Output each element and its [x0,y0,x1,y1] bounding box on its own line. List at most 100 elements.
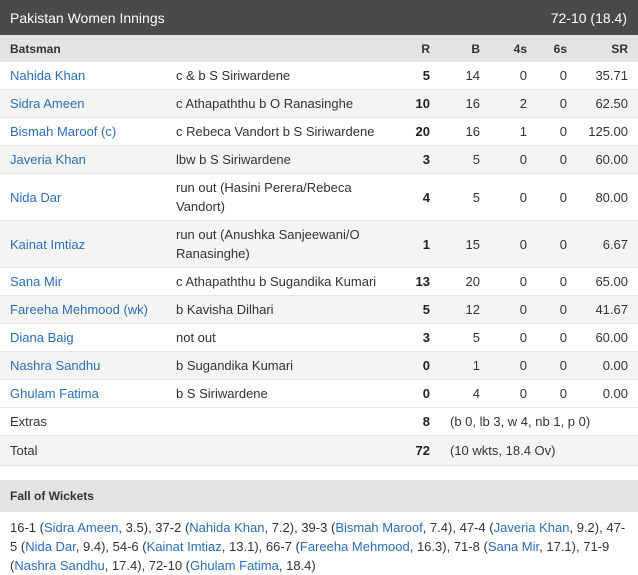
fow-player-link[interactable]: Nida Dar [25,539,76,554]
fours-cell: 0 [490,351,537,380]
fow-item: 16-1 (Sidra Ameen, 3.5), [10,520,156,535]
fow-item: 66-7 (Fareeha Mehmood, 16.3), [265,539,454,554]
fow-item: 37-2 (Nahida Khan, 7.2), [155,520,302,535]
runs-cell: 3 [390,323,440,352]
fow-item: 54-6 (Kainat Imtiaz, 13.1), [112,539,266,554]
fow-over: 16.3 [416,539,443,554]
col-strike-rate: SR [577,35,638,62]
batsman-row: Nahida Khan c & b S Siriwardene 5 14 0 0 35.71 [0,62,638,90]
batsman-name-link[interactable]: Nahida Khan [10,68,85,83]
fow-player-link[interactable]: Ghulam Fatima [190,558,279,573]
dismissal-text: lbw b S Siriwardene [166,145,390,174]
fow-player-link[interactable]: Fareeha Mehmood [300,539,410,554]
fall-of-wickets-header: Fall of Wickets [0,480,638,512]
fours-cell: 0 [490,145,537,174]
balls-cell: 16 [440,117,490,146]
fow-player-link[interactable]: Nahida Khan [189,520,264,535]
extras-value: 8 [390,407,440,436]
total-detail: (10 wkts, 18.4 Ov) [440,435,638,466]
batsman-row: Fareeha Mehmood (wk) b Kavisha Dilhari 5 12… [0,295,638,324]
fall-of-wickets-list: 16-1 (Sidra Ameen, 3.5), 37-2 (Nahida Kh… [0,512,638,575]
dismissal-text: run out (Hasini Perera/Rebeca Vandort) [166,173,390,221]
dismissal-text: b S Siriwardene [166,379,390,408]
strike-rate-cell: 60.00 [577,323,638,352]
balls-cell: 1 [440,351,490,380]
sixes-cell: 0 [537,379,577,408]
runs-cell: 1 [390,220,440,268]
fow-score: 39-3 [301,520,328,535]
batsman-name-link[interactable]: Ghulam Fatima [10,386,99,401]
dismissal-text: c Rebeca Vandort b S Siriwardene [166,117,390,146]
batting-table: Batsman R B 4s 6s SR Nahida Khan c & b S … [0,35,638,466]
balls-cell: 15 [440,220,490,268]
batsman-cell: Diana Baig [0,323,166,352]
total-row: Total 72 (10 wkts, 18.4 Ov) [0,435,638,466]
batsman-name-link[interactable]: Sana Mir [10,274,62,289]
sixes-cell: 0 [537,351,577,380]
runs-cell: 5 [390,62,440,90]
fow-over: 17.1 [546,539,572,554]
dismissal-text: b Kavisha Dilhari [166,295,390,324]
sixes-cell: 0 [537,323,577,352]
fours-cell: 0 [490,267,537,296]
extras-detail: (b 0, lb 3, w 4, nb 1, p 0) [440,407,638,436]
fow-player-link[interactable]: Sana Mir [488,539,539,554]
fours-cell: 0 [490,62,537,90]
batsman-name-link[interactable]: Kainat Imtiaz [10,237,85,252]
fow-over: 9.4 [83,539,102,554]
innings-header: Pakistan Women Innings 72-10 (18.4) [0,0,638,35]
col-dismissal [166,35,390,62]
fow-over: 18.4 [286,558,312,573]
col-balls: B [440,35,490,62]
strike-rate-cell: 0.00 [577,379,638,408]
fours-cell: 0 [490,220,537,268]
batsman-name-link[interactable]: Javeria Khan [10,152,86,167]
extras-row: Extras 8 (b 0, lb 3, w 4, nb 1, p 0) [0,407,638,436]
batsman-name-link[interactable]: Fareeha Mehmood (wk) [10,302,148,317]
sixes-cell: 0 [537,89,577,118]
sixes-cell: 0 [537,62,577,90]
col-fours: 4s [490,35,537,62]
batsman-row: Javeria Khan lbw b S Siriwardene 3 5 0 0 60.00 [0,145,638,174]
fours-cell: 1 [490,117,537,146]
fow-player-link[interactable]: Javeria Khan [494,520,570,535]
fours-cell: 0 [490,295,537,324]
strike-rate-cell: 35.71 [577,62,638,90]
fow-score: 71-9 [583,539,610,554]
total-value: 72 [390,435,440,466]
fow-player-link[interactable]: Bismah Maroof [335,520,422,535]
fours-cell: 0 [490,379,537,408]
strike-rate-cell: 6.67 [577,220,638,268]
col-sixes: 6s [537,35,577,62]
runs-cell: 3 [390,145,440,174]
fow-over: 3.5 [125,520,144,535]
balls-cell: 14 [440,62,490,90]
balls-cell: 20 [440,267,490,296]
col-runs: R [390,35,440,62]
dismissal-text: not out [166,323,390,352]
fow-player-link[interactable]: Sidra Ameen [44,520,118,535]
batsman-row: Ghulam Fatima b S Siriwardene 0 4 0 0 0.00 [0,379,638,408]
batsman-name-link[interactable]: Diana Baig [10,330,74,345]
dismissal-text: c Athapaththu b Sugandika Kumari [166,267,390,296]
fow-player-link[interactable]: Kainat Imtiaz [147,539,222,554]
batsman-row: Nashra Sandhu b Sugandika Kumari 0 1 0 0 0.00 [0,351,638,380]
batsman-cell: Nashra Sandhu [0,351,166,380]
balls-cell: 12 [440,295,490,324]
fow-over: 13.1 [229,539,255,554]
batsman-name-link[interactable]: Sidra Ameen [10,96,84,111]
fow-item: 71-8 (Sana Mir, 17.1), [453,539,584,554]
batsman-row: Sidra Ameen c Athapaththu b O Ranasinghe 1… [0,89,638,118]
batsman-name-link[interactable]: Bismah Maroof (c) [10,124,116,139]
sixes-cell: 0 [537,145,577,174]
fall-of-wickets-title: Fall of Wickets [10,489,94,503]
batsman-cell: Bismah Maroof (c) [0,117,166,146]
batsman-name-link[interactable]: Nida Dar [10,190,61,205]
extras-label: Extras [0,407,390,436]
batsman-row: Sana Mir c Athapaththu b Sugandika Kumari… [0,267,638,296]
batsman-cell: Javeria Khan [0,145,166,174]
batsman-name-link[interactable]: Nashra Sandhu [10,358,100,373]
strike-rate-cell: 41.67 [577,295,638,324]
batsman-cell: Kainat Imtiaz [0,220,166,268]
fow-player-link[interactable]: Nashra Sandhu [14,558,104,573]
